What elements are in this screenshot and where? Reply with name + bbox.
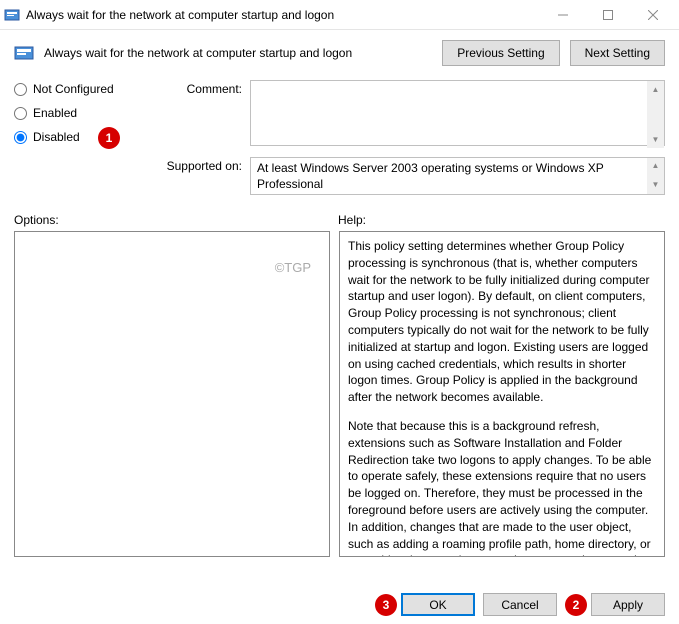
state-column: Not Configured Enabled Disabled 1	[14, 80, 144, 203]
callout-2: 2	[565, 594, 587, 616]
radio-enabled-input[interactable]	[14, 107, 27, 120]
form-column: Comment: ▲ ▼ Supported on: At least Wind…	[162, 80, 665, 203]
body-panes: ©TGP This policy setting determines whet…	[0, 231, 679, 557]
ok-button[interactable]: OK	[401, 593, 475, 616]
policy-title: Always wait for the network at computer …	[44, 46, 432, 60]
supported-row: Supported on: At least Windows Server 20…	[162, 157, 665, 195]
body-labels: Options: Help:	[0, 203, 679, 231]
scroll-down-icon[interactable]: ▼	[647, 177, 664, 194]
supported-box: At least Windows Server 2003 operating s…	[250, 157, 665, 195]
radio-enabled[interactable]: Enabled	[14, 106, 144, 120]
window-title: Always wait for the network at computer …	[26, 8, 540, 22]
previous-setting-button[interactable]: Previous Setting	[442, 40, 559, 66]
close-button[interactable]	[630, 1, 675, 29]
supported-scrollbar[interactable]: ▲ ▼	[647, 158, 664, 194]
callout-3: 3	[375, 594, 397, 616]
radio-disabled[interactable]: Disabled 1	[14, 130, 144, 144]
policy-icon	[4, 7, 20, 23]
radio-enabled-label[interactable]: Enabled	[33, 106, 77, 120]
help-paragraph: Note that because this is a background r…	[348, 418, 658, 557]
help-pane[interactable]: This policy setting determines whether G…	[339, 231, 665, 557]
comment-row: Comment: ▲ ▼	[162, 80, 665, 149]
cancel-button[interactable]: Cancel	[483, 593, 557, 616]
help-label: Help:	[338, 213, 366, 227]
options-pane: ©TGP	[14, 231, 330, 557]
header-row: Always wait for the network at computer …	[0, 30, 679, 74]
footer: 3 OK Cancel 2 Apply	[375, 593, 665, 616]
help-paragraph: This policy setting determines whether G…	[348, 238, 658, 406]
radio-not-configured[interactable]: Not Configured	[14, 82, 144, 96]
radio-not-configured-input[interactable]	[14, 83, 27, 96]
comment-textarea[interactable]	[250, 80, 665, 146]
radio-not-configured-label[interactable]: Not Configured	[33, 82, 114, 96]
config-area: Not Configured Enabled Disabled 1 Commen…	[0, 74, 679, 203]
options-label: Options:	[14, 213, 338, 227]
minimize-button[interactable]	[540, 1, 585, 29]
maximize-button[interactable]	[585, 1, 630, 29]
apply-button[interactable]: Apply	[591, 593, 665, 616]
comment-scrollbar[interactable]: ▲ ▼	[647, 81, 664, 148]
scroll-up-icon[interactable]: ▲	[647, 158, 664, 175]
scroll-down-icon[interactable]: ▼	[647, 131, 664, 148]
radio-disabled-input[interactable]	[14, 131, 27, 144]
callout-1: 1	[98, 127, 120, 149]
watermark: ©TGP	[275, 260, 311, 275]
next-setting-button[interactable]: Next Setting	[570, 40, 665, 66]
radio-disabled-label[interactable]: Disabled	[33, 130, 80, 144]
policy-icon	[14, 43, 34, 63]
supported-label: Supported on:	[162, 157, 242, 195]
scroll-up-icon[interactable]: ▲	[647, 81, 664, 98]
comment-label: Comment:	[162, 80, 242, 149]
supported-text: At least Windows Server 2003 operating s…	[257, 161, 604, 191]
titlebar: Always wait for the network at computer …	[0, 0, 679, 30]
